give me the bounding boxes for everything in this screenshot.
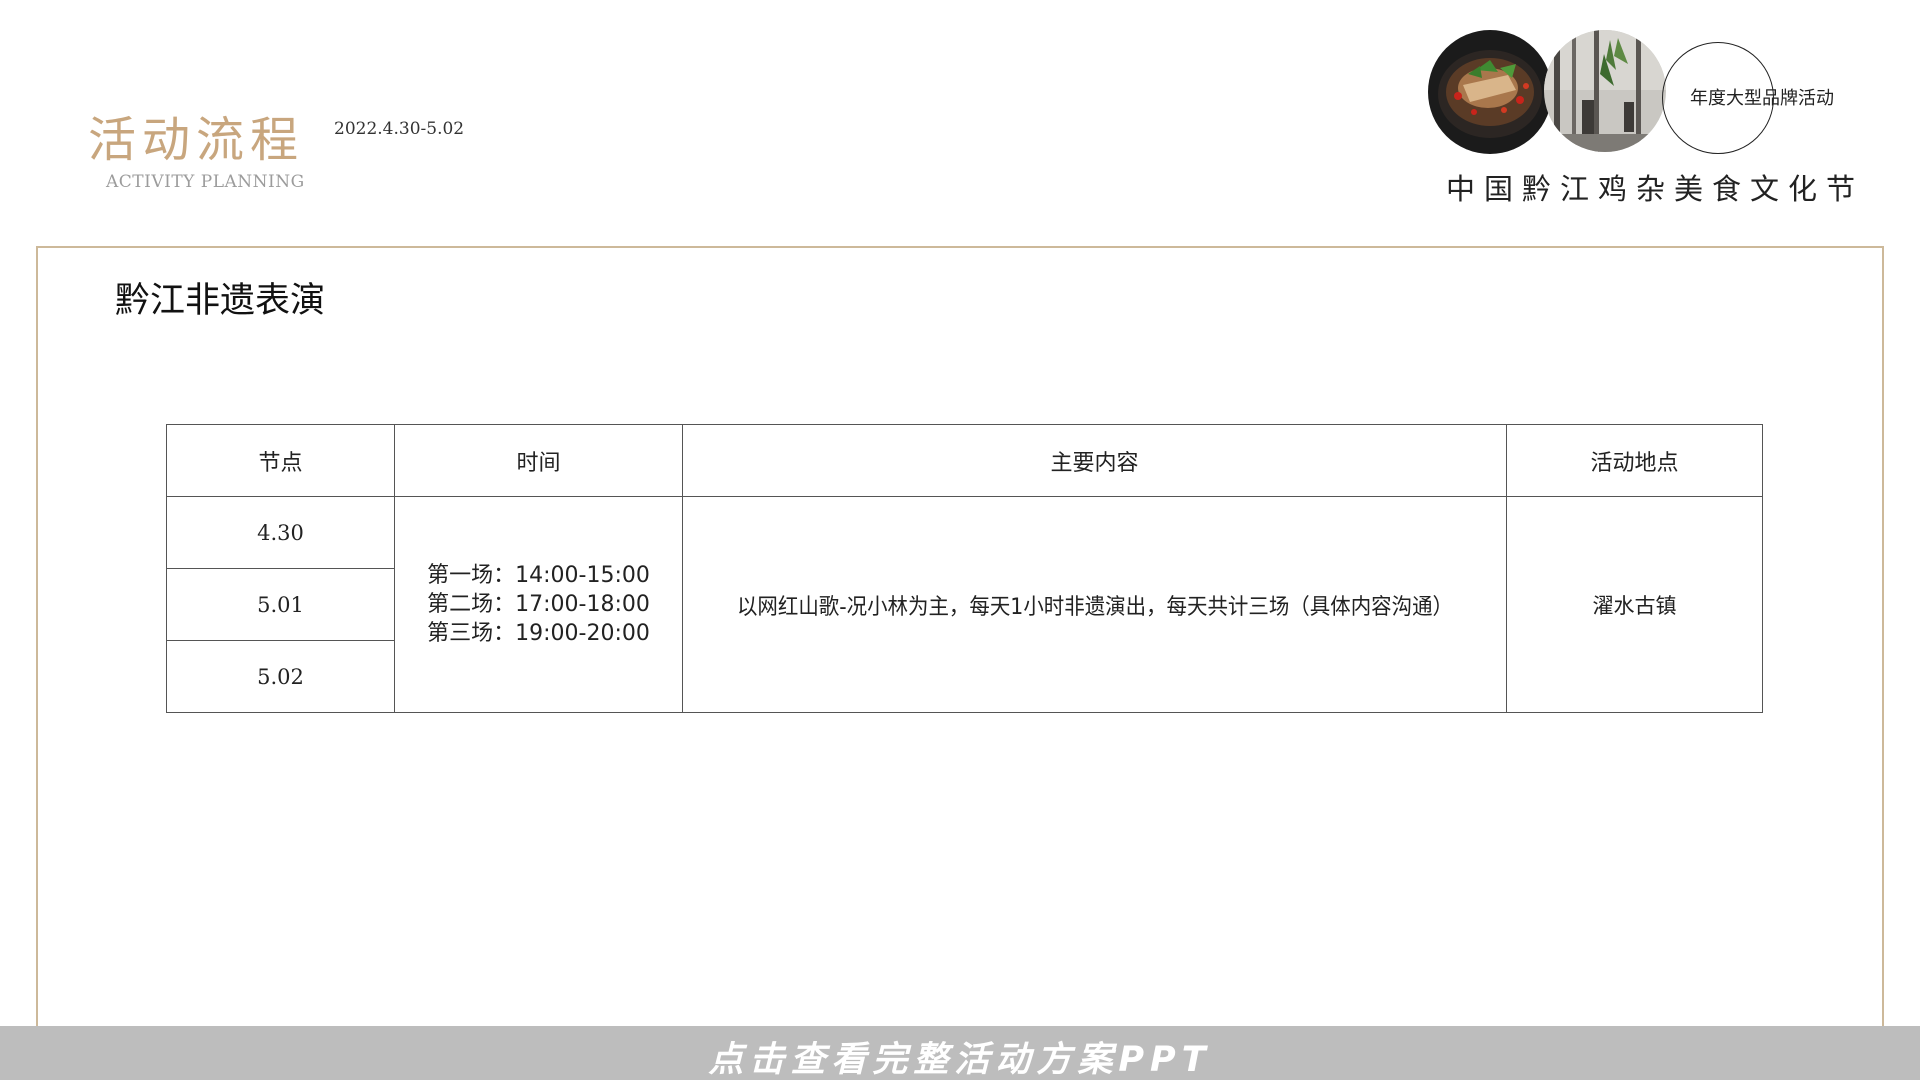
brand-tagline: 年度大型品牌活动 — [1690, 88, 1834, 109]
node-cell: 4.30 — [166, 496, 395, 569]
time-cell: 第一场：14:00-15:00 第二场：17:00-18:00 第三场：19:0… — [394, 496, 683, 713]
date-range: 2022.4.30-5.02 — [334, 119, 465, 139]
content-text: 以网红山歌-况小林为主，每天1小时非遗演出，每天共计三场（具体内容沟通） — [736, 594, 1453, 620]
interior-photo-icon — [1544, 30, 1666, 152]
node-cell: 5.02 — [166, 640, 395, 713]
header-node: 节点 — [166, 424, 395, 497]
section-title: 黔江非遗表演 — [115, 281, 326, 321]
header-time: 时间 — [394, 424, 683, 497]
slide: 活动流程 2022.4.30-5.02 ACTIVITY PLANNING 年度… — [0, 0, 1920, 1080]
table-row: 4.30 第一场：14:00-15:00 第二场：17:00-18:00 第三场… — [166, 496, 1763, 713]
time-slot: 第一场：14:00-15:00 — [427, 563, 650, 588]
time-slot: 第二场：17:00-18:00 — [427, 592, 650, 617]
header-content: 主要内容 — [682, 424, 1507, 497]
festival-name: 中国黔江鸡杂美食文化节 — [1446, 172, 1865, 206]
time-slot: 第三场：19:00-20:00 — [427, 621, 650, 646]
page-subtitle-en: ACTIVITY PLANNING — [106, 172, 305, 192]
content-cell: 以网红山歌-况小林为主，每天1小时非遗演出，每天共计三场（具体内容沟通） — [682, 496, 1507, 713]
table-header-row: 节点 时间 主要内容 活动地点 — [166, 424, 1763, 497]
page-title: 活动流程 — [88, 112, 305, 168]
view-full-plan-banner[interactable]: 点击查看完整活动方案PPT — [0, 1026, 1920, 1080]
schedule-table: 节点 时间 主要内容 活动地点 4.30 第一场：14:00-15:00 第二场… — [166, 424, 1763, 713]
food-photo-icon — [1428, 30, 1552, 154]
banner-text[interactable]: 点击查看完整活动方案PPT — [708, 1031, 1211, 1080]
brand-logo: 年度大型品牌活动 — [1428, 28, 1848, 158]
header-location: 活动地点 — [1506, 424, 1763, 497]
node-cell: 5.01 — [166, 568, 395, 641]
location-cell: 濯水古镇 — [1506, 496, 1763, 713]
